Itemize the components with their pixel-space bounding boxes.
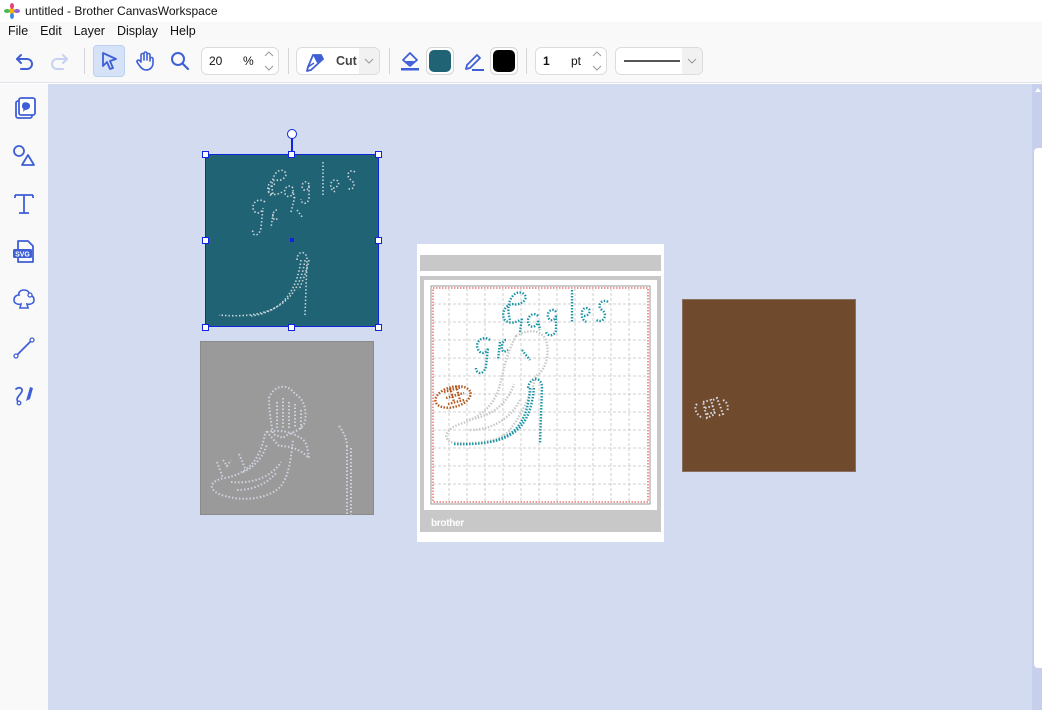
mode-dropdown[interactable]: Cut: [296, 47, 380, 75]
stroke-color-swatch[interactable]: [490, 47, 518, 75]
mode-label: Cut: [336, 54, 357, 68]
line-style-dropdown[interactable]: [615, 47, 703, 75]
toolbar-separator: [526, 48, 527, 74]
sidebar-item-text[interactable]: [9, 189, 39, 219]
fill-color-swatch[interactable]: [426, 47, 454, 75]
line-style-preview: [624, 60, 680, 62]
shapes-icon: [13, 145, 35, 166]
shoe-gray-layer[interactable]: [200, 341, 374, 522]
chevron-up-icon[interactable]: [264, 50, 274, 58]
fill-color-chip: [429, 50, 451, 72]
templates-icon: [15, 97, 36, 119]
svg-file-icon: SVG: [13, 240, 34, 263]
redo-button[interactable]: [43, 45, 75, 77]
resize-handle-top-left[interactable]: [202, 151, 209, 158]
rhinestone-pattern-football: [694, 396, 729, 420]
toolbar-separator: [84, 48, 85, 74]
chevron-down-icon: [364, 58, 374, 64]
sidebar-item-svg-import[interactable]: SVG: [9, 237, 39, 267]
chevron-up-icon[interactable]: [592, 50, 602, 58]
text-icon: [14, 194, 34, 214]
cut-pen-icon: [306, 54, 324, 72]
zoom-spin-arrows[interactable]: [262, 50, 276, 72]
sidebar-item-shapes[interactable]: [9, 141, 39, 171]
rotate-handle[interactable]: [287, 129, 297, 139]
stroke-color-chip: [493, 50, 515, 72]
mat-preview[interactable]: brother: [417, 244, 664, 542]
sidebar-item-outline[interactable]: [9, 285, 39, 315]
mat-brand-label: brother: [431, 518, 464, 529]
app-logo-icon: [4, 3, 20, 19]
zoom-level-stepper[interactable]: 20 %: [201, 47, 279, 75]
zoom-unit: %: [243, 54, 254, 68]
line-style-toggle[interactable]: [682, 48, 702, 74]
rhinestone-pattern-shoe: [210, 385, 352, 522]
mat-surface: [424, 280, 657, 510]
stroke-width-value[interactable]: 1: [543, 54, 550, 68]
menu-bar: File Edit Layer Display Help: [0, 22, 1042, 40]
window-title: untitled - Brother CanvasWorkspace: [25, 4, 218, 18]
menu-edit[interactable]: Edit: [34, 24, 68, 38]
fill-tool-button[interactable]: [398, 49, 422, 73]
vertical-scrollbar[interactable]: [1032, 84, 1042, 710]
redo-icon: [51, 54, 68, 70]
pointer-icon: [102, 52, 117, 70]
fill-bucket-icon: [401, 52, 419, 71]
mat-frame: [420, 276, 661, 516]
resize-handle-right[interactable]: [375, 237, 382, 244]
resize-handle-bottom-right[interactable]: [375, 324, 382, 331]
select-tool-button[interactable]: [93, 45, 125, 77]
menu-display[interactable]: Display: [111, 24, 164, 38]
resize-handle-top-right[interactable]: [375, 151, 382, 158]
svg-label: SVG: [15, 251, 30, 258]
toolbar: 20 % Cut 1 pt: [0, 40, 1042, 83]
pencil-icon: [465, 54, 484, 71]
stroke-tool-button[interactable]: [462, 49, 486, 73]
chevron-down-icon: [687, 58, 697, 64]
stroke-width-unit: pt: [571, 54, 582, 68]
football-brown-layer[interactable]: [682, 299, 856, 472]
menu-layer[interactable]: Layer: [68, 24, 111, 38]
resize-handle-bottom-left[interactable]: [202, 324, 209, 331]
hand-icon: [136, 51, 154, 71]
chevron-down-icon[interactable]: [592, 64, 602, 72]
mat-bottom-strip: brother: [420, 516, 661, 532]
sidebar-item-templates[interactable]: [9, 93, 39, 123]
toolbar-separator: [389, 48, 390, 74]
magnifier-icon: [171, 52, 190, 71]
sidebar-item-freehand[interactable]: [9, 381, 39, 411]
sidebar-item-line[interactable]: [9, 333, 39, 363]
menu-file[interactable]: File: [2, 24, 34, 38]
resize-handle-left[interactable]: [202, 237, 209, 244]
freehand-icon: [15, 386, 33, 406]
mode-dropdown-toggle[interactable]: [359, 48, 379, 74]
undo-icon: [16, 54, 33, 70]
design-canvas[interactable]: brother: [48, 84, 1032, 710]
menu-help[interactable]: Help: [164, 24, 202, 38]
stroke-spin-arrows[interactable]: [590, 50, 604, 72]
zoom-tool-button[interactable]: [164, 45, 196, 77]
line-icon: [13, 337, 35, 359]
outline-shape-icon: [13, 289, 35, 309]
left-toolbar: SVG: [0, 84, 48, 710]
stroke-width-stepper[interactable]: 1 pt: [535, 47, 607, 75]
toolbar-separator: [288, 48, 289, 74]
resize-handle-bottom[interactable]: [288, 324, 295, 331]
scroll-up-arrow[interactable]: [1035, 88, 1041, 92]
mat-top-strip: [420, 255, 661, 271]
undo-button[interactable]: [9, 45, 41, 77]
mat-grid-preview: [430, 285, 651, 505]
resize-handle-top[interactable]: [288, 151, 295, 158]
scrollbar-thumb[interactable]: [1034, 148, 1042, 668]
chevron-down-icon[interactable]: [264, 64, 274, 72]
title-bar: untitled - Brother CanvasWorkspace: [0, 0, 1042, 22]
center-point: [290, 238, 294, 242]
zoom-value[interactable]: 20: [209, 54, 222, 68]
pan-tool-button[interactable]: [129, 45, 161, 77]
